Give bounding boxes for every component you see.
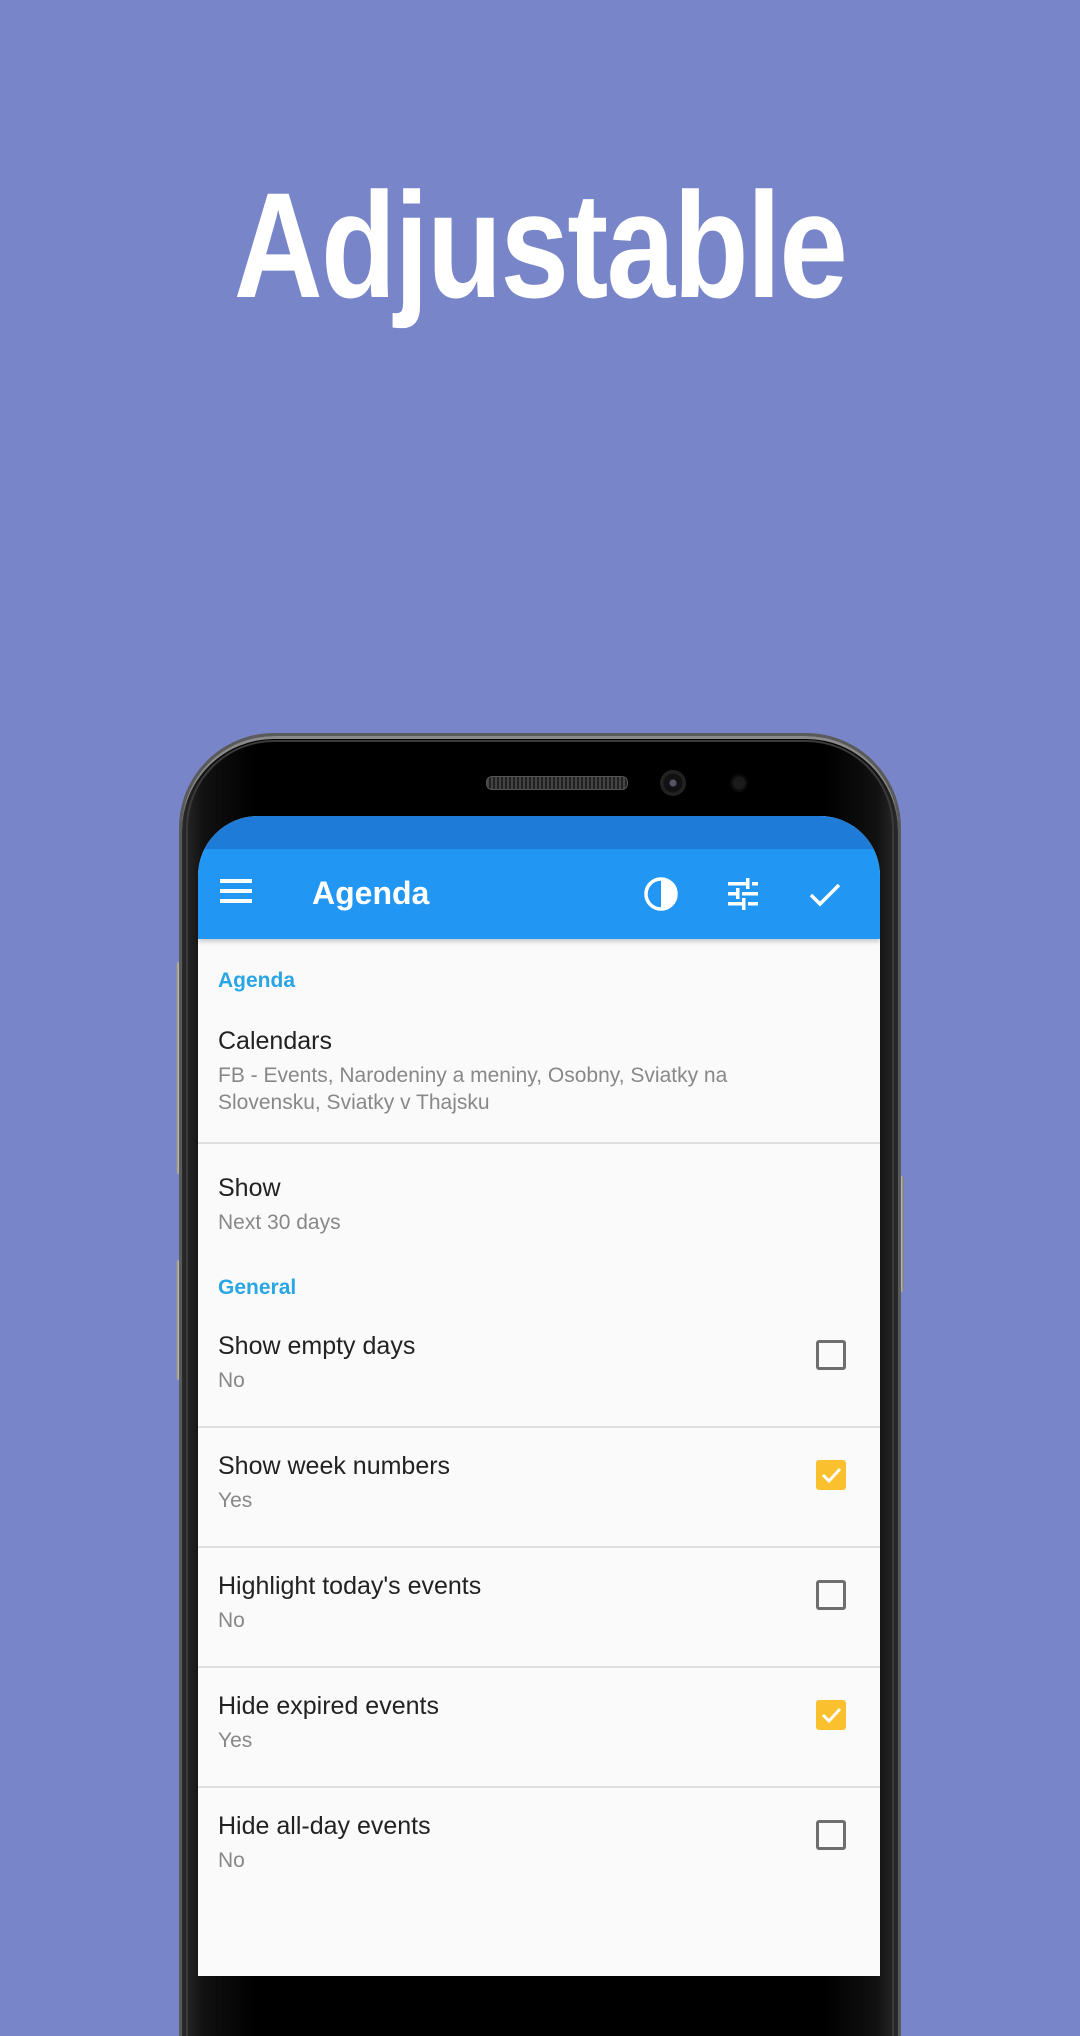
pref-show-week-numbers[interactable]: Show week numbers Yes	[198, 1428, 880, 1546]
pref-title: Highlight today's events	[218, 1572, 482, 1600]
pref-summary: No	[218, 1849, 245, 1872]
phone-speaker	[486, 776, 628, 790]
checkbox-checked[interactable]	[816, 1700, 846, 1730]
phone-sensor	[730, 774, 748, 792]
phone-frame: Agenda Agenda Calendars FB - Events, Nar…	[182, 736, 898, 2036]
check-icon	[821, 1707, 842, 1724]
checkbox[interactable]	[816, 1820, 846, 1850]
pref-summary: Next 30 days	[218, 1211, 341, 1234]
pref-title: Calendars	[218, 1027, 332, 1055]
checkbox[interactable]	[816, 1580, 846, 1610]
pref-title: Hide expired events	[218, 1692, 439, 1720]
headline: Adjustable	[233, 161, 848, 329]
checkbox[interactable]	[816, 1340, 846, 1370]
pref-title: Hide all-day events	[218, 1812, 431, 1840]
section-header-agenda: Agenda	[218, 969, 296, 992]
pref-highlight-today[interactable]: Highlight today's events No	[198, 1548, 880, 1666]
pref-summary: Yes	[218, 1729, 253, 1752]
pref-calendars[interactable]: Calendars FB - Events, Narodeniny a meni…	[198, 993, 880, 1142]
app-bar: Agenda	[198, 849, 880, 939]
pref-title: Show	[218, 1174, 281, 1202]
phone-front-camera	[660, 770, 686, 796]
status-bar	[198, 816, 880, 849]
check-icon[interactable]	[806, 875, 844, 913]
pref-hide-expired[interactable]: Hide expired events Yes	[198, 1668, 880, 1786]
pref-show-empty-days[interactable]: Show empty days No	[198, 1300, 880, 1426]
pref-summary: FB - Events, Narodeniny a meniny, Osobny…	[218, 1064, 728, 1114]
theme-contrast-icon[interactable]	[642, 875, 680, 913]
tune-icon[interactable]	[724, 875, 762, 913]
pref-title: Show week numbers	[218, 1452, 451, 1480]
app-bar-title: Agenda	[312, 875, 430, 911]
pref-summary: No	[218, 1609, 245, 1632]
checkbox-checked[interactable]	[816, 1460, 846, 1490]
phone-power-button	[898, 1176, 904, 1292]
app-screen: Agenda Agenda Calendars FB - Events, Nar…	[198, 816, 880, 1976]
menu-icon[interactable]	[220, 879, 252, 903]
pref-title: Show empty days	[218, 1332, 416, 1360]
pref-summary: No	[218, 1369, 245, 1392]
section-header-general: General	[218, 1276, 297, 1299]
pref-hide-all-day[interactable]: Hide all-day events No	[198, 1788, 880, 1906]
pref-summary: Yes	[218, 1489, 253, 1512]
check-icon	[821, 1467, 842, 1484]
pref-show[interactable]: Show Next 30 days	[198, 1144, 880, 1276]
